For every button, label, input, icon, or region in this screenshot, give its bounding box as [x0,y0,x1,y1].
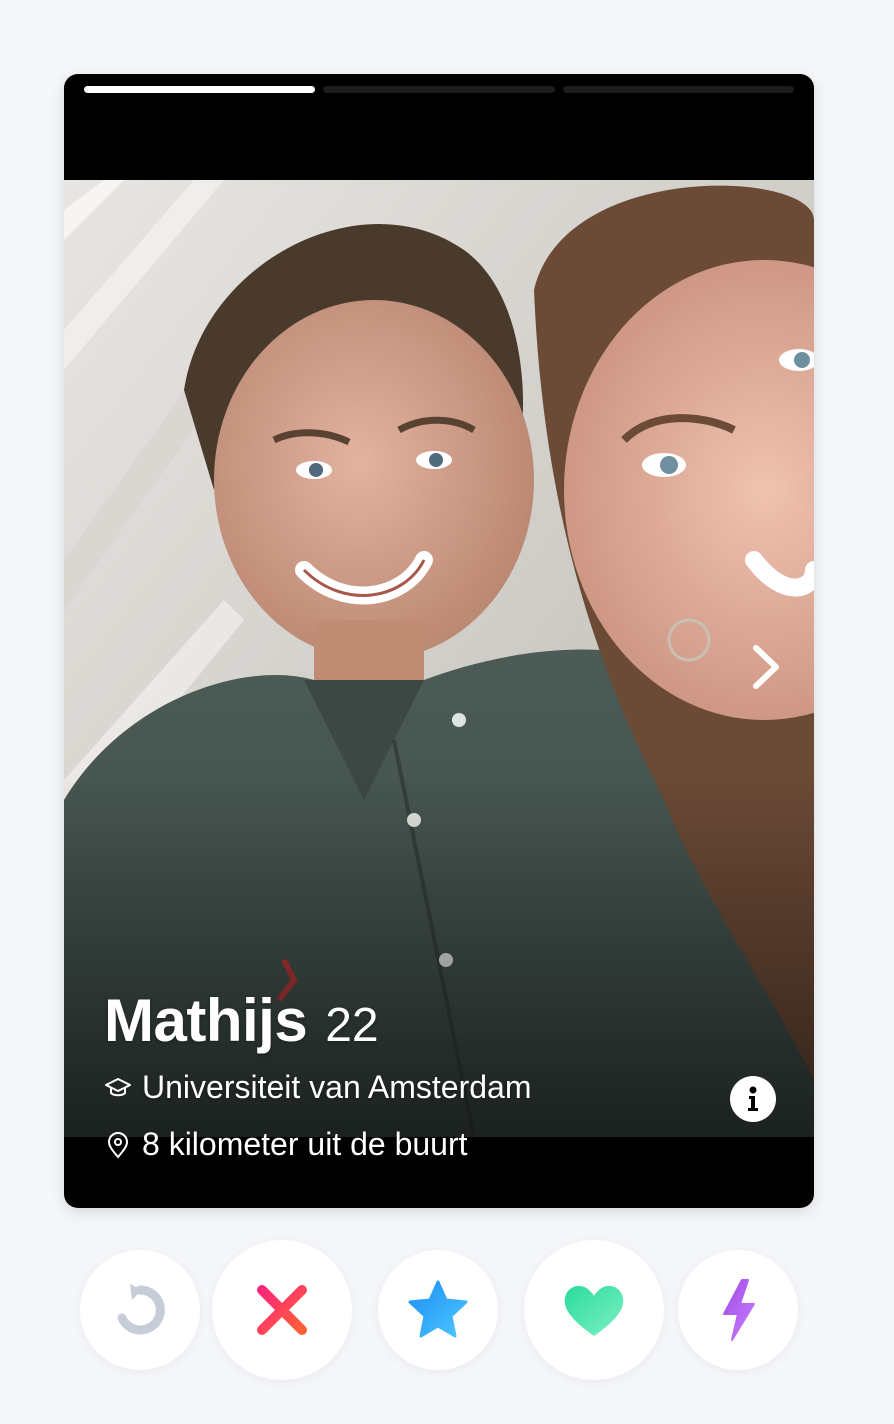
photo-indicator-3[interactable] [562,86,794,93]
x-icon [257,1285,307,1335]
school-line: Universiteit van Amsterdam [104,1069,531,1106]
profile-info: Mathijs 22 Universiteit van Amsterdam 8 … [104,986,531,1163]
rewind-button[interactable] [80,1250,200,1370]
info-icon [748,1086,758,1111]
map-pin-icon [107,1131,129,1159]
next-photo-button[interactable] [746,642,786,692]
photo-indicator-1[interactable] [84,86,316,93]
boost-button[interactable] [678,1250,798,1370]
heart-icon [564,1285,624,1336]
lightning-icon [723,1279,755,1341]
photo-indicator-2[interactable] [323,86,555,93]
profile-card[interactable]: Mathijs 22 Universiteit van Amsterdam 8 … [64,74,814,1208]
like-button[interactable] [524,1240,664,1380]
profile-age: 22 [325,999,379,1052]
info-button[interactable] [730,1076,776,1122]
profile-name: Mathijs [104,987,308,1054]
profile-school: Universiteit van Amsterdam [142,1069,532,1105]
profile-distance: 8 kilometer uit de buurt [142,1126,468,1162]
star-icon [408,1280,468,1338]
rewind-icon [117,1284,165,1335]
nope-button[interactable] [212,1240,352,1380]
photo-progress [84,86,794,94]
name-line: Mathijs 22 [104,986,531,1055]
graduation-cap-icon [105,1077,131,1096]
super-like-button[interactable] [378,1250,498,1370]
distance-line: 8 kilometer uit de buurt [104,1126,531,1163]
chevron-right-icon [753,645,779,689]
